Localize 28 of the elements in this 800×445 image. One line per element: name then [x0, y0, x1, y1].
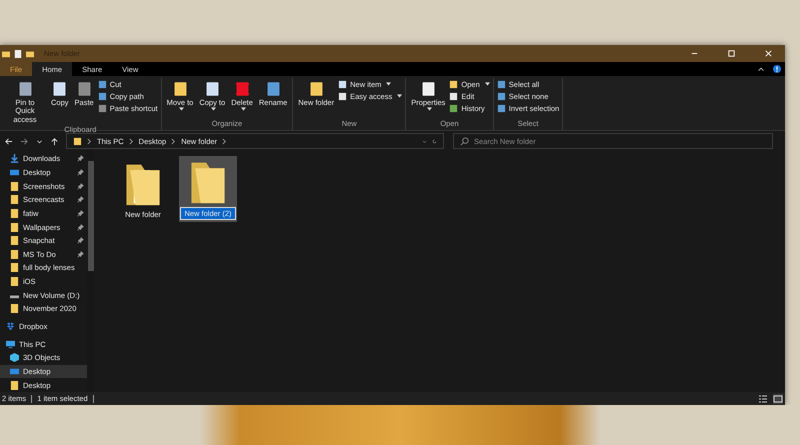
collapse-icon[interactable]	[757, 65, 765, 73]
close-icon[interactable]	[764, 49, 773, 58]
up-arrow-icon[interactable]	[50, 136, 59, 146]
search-icon	[460, 136, 469, 146]
chevron-icon	[222, 138, 228, 144]
download-arrow-icon	[10, 154, 19, 164]
large-icons-view-icon[interactable]	[773, 394, 783, 404]
details-view-icon[interactable]	[758, 394, 768, 404]
refresh-icon[interactable]	[432, 138, 437, 144]
back-arrow-icon[interactable]	[4, 136, 13, 146]
caret-icon	[386, 82, 392, 86]
cube-icon	[10, 353, 19, 362]
dropbox-icon	[6, 322, 15, 331]
desktop-icon	[10, 168, 19, 177]
caret-icon	[426, 107, 432, 112]
caret-icon	[397, 94, 402, 98]
help-icon[interactable]	[773, 65, 781, 73]
computer-icon	[6, 340, 15, 349]
forward-arrow-icon[interactable]	[20, 136, 29, 146]
maximize-icon[interactable]	[727, 49, 736, 58]
caret-icon	[240, 107, 246, 112]
caret-icon	[178, 107, 184, 112]
desktop-icon	[10, 366, 19, 376]
caret-icon	[210, 107, 216, 112]
chevron-icon	[171, 138, 176, 144]
chevron-icon	[87, 138, 92, 144]
chevron-icon	[128, 138, 134, 144]
caret-icon	[484, 82, 490, 86]
